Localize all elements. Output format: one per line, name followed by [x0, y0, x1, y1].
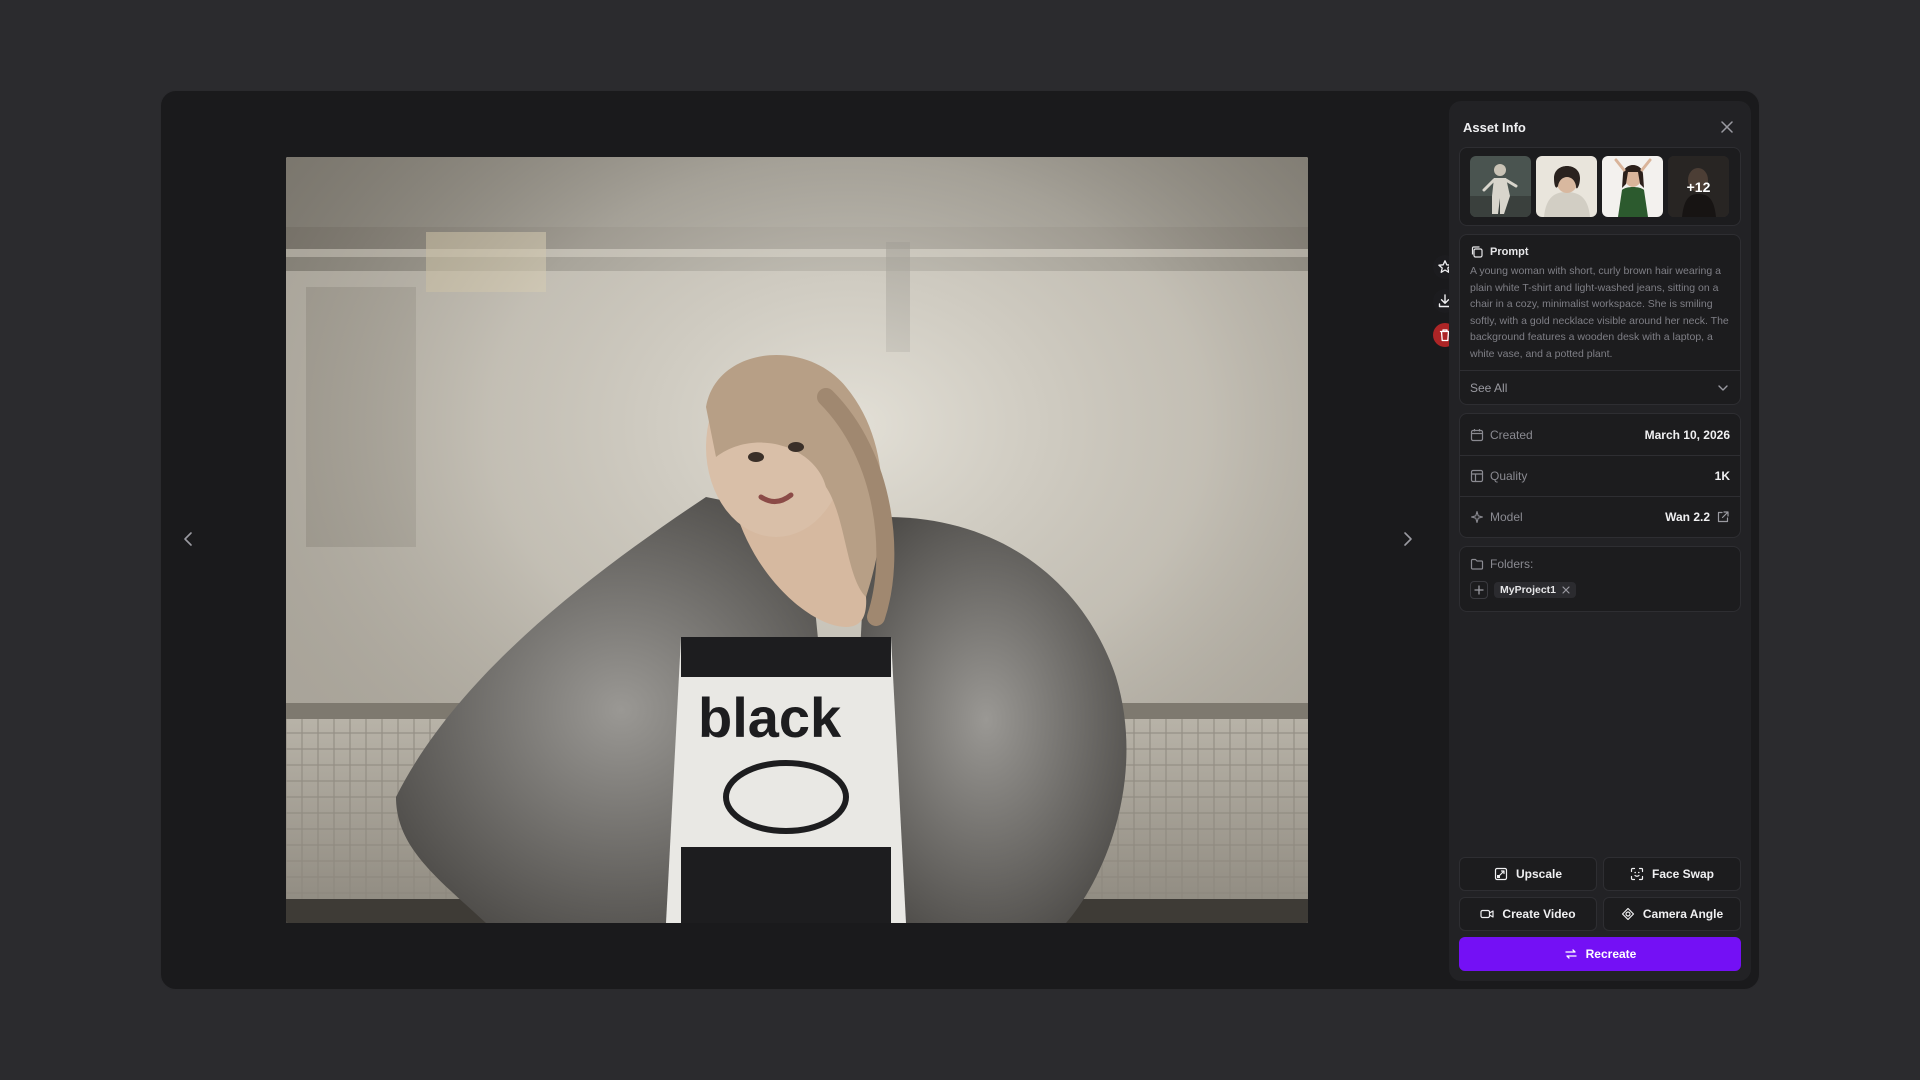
chevron-right-icon	[1404, 532, 1412, 546]
camera-angle-icon	[1621, 907, 1634, 921]
folders-header: Folders:	[1470, 557, 1730, 571]
photo-illustration: black	[286, 157, 1308, 923]
close-icon	[1721, 121, 1733, 133]
reference-thumbnails: +12	[1459, 147, 1741, 226]
face-scan-icon	[1630, 867, 1644, 881]
upscale-label: Upscale	[1515, 867, 1563, 881]
remove-folder-button[interactable]	[1562, 586, 1570, 594]
folder-chip: MyProject1	[1494, 582, 1577, 598]
created-row: Created March 10, 2026	[1460, 414, 1740, 455]
sparkle-icon	[1470, 510, 1484, 524]
copy-icon[interactable]	[1470, 245, 1484, 259]
panel-header: Asset Info	[1459, 115, 1741, 139]
action-grid: Upscale Face Swap Create Video Camera An…	[1459, 857, 1741, 931]
created-value: March 10, 2026	[1644, 427, 1730, 442]
thumbnail-2[interactable]	[1536, 156, 1597, 217]
model-label: Model	[1490, 510, 1523, 524]
video-camera-icon	[1480, 909, 1495, 919]
chevron-left-icon	[184, 532, 192, 546]
model-value-group: Wan 2.2	[1665, 510, 1730, 524]
add-folder-button[interactable]	[1470, 581, 1488, 599]
recreate-button[interactable]: Recreate	[1459, 937, 1741, 971]
thumbnail-portrait-hoodie-icon	[1536, 156, 1597, 217]
prompt-card: Prompt A young woman with short, curly b…	[1459, 234, 1741, 405]
quality-key: Quality	[1470, 469, 1527, 483]
folder-chip-label: MyProject1	[1500, 584, 1557, 596]
metadata-card: Created March 10, 2026 Quality 1K Model …	[1459, 413, 1741, 538]
external-link-icon[interactable]	[1716, 510, 1730, 524]
create-video-button[interactable]: Create Video	[1459, 897, 1597, 931]
created-key: Created	[1470, 428, 1533, 442]
recreate-label: Recreate	[1585, 947, 1637, 961]
svg-text:black: black	[698, 686, 842, 749]
upscale-icon	[1494, 867, 1508, 881]
calendar-icon	[1470, 428, 1484, 441]
asset-viewer-modal: black Asset Info +12 Prompt A young woma…	[160, 90, 1760, 990]
action-buttons: Upscale Face Swap Create Video Camera An…	[1459, 857, 1741, 971]
previous-image-button[interactable]	[171, 521, 207, 557]
upscale-button[interactable]: Upscale	[1459, 857, 1597, 891]
face-swap-button[interactable]: Face Swap	[1603, 857, 1741, 891]
thumbnail-1[interactable]	[1470, 156, 1531, 217]
chevron-down-icon	[1718, 384, 1728, 391]
recreate-icon	[1564, 949, 1577, 959]
panel-title: Asset Info	[1463, 119, 1526, 135]
model-row: Model Wan 2.2	[1460, 496, 1740, 537]
camera-angle-label: Camera Angle	[1642, 907, 1724, 921]
prompt-header: Prompt	[1460, 235, 1740, 263]
created-label: Created	[1490, 427, 1533, 442]
model-key: Model	[1470, 510, 1523, 524]
see-all-toggle[interactable]: See All	[1460, 370, 1740, 404]
quality-label: Quality	[1490, 469, 1528, 483]
close-button[interactable]	[1717, 117, 1737, 137]
folders-list: MyProject1	[1470, 581, 1730, 599]
model-value: Wan 2.2	[1665, 510, 1710, 524]
plus-icon	[1474, 585, 1484, 595]
thumbnail-dancer-icon	[1470, 156, 1531, 217]
see-all-label: See All	[1470, 380, 1508, 395]
quality-row: Quality 1K	[1460, 455, 1740, 496]
thumbnail-portrait-green-icon	[1602, 156, 1663, 217]
camera-angle-button[interactable]: Camera Angle	[1603, 897, 1741, 931]
quality-value: 1K	[1714, 469, 1730, 483]
image-viewer: black	[161, 91, 1457, 989]
folders-card: Folders: MyProject1	[1459, 546, 1741, 612]
folder-icon	[1470, 558, 1484, 570]
layout-icon	[1470, 469, 1484, 483]
face-swap-label: Face Swap	[1651, 867, 1715, 881]
close-icon	[1562, 586, 1570, 594]
asset-info-panel: Asset Info +12 Prompt A young woman with…	[1449, 101, 1751, 981]
thumbnail-more[interactable]: +12	[1668, 156, 1729, 217]
prompt-label: Prompt	[1490, 246, 1529, 258]
thumbnail-3[interactable]	[1602, 156, 1663, 217]
prompt-text: A young woman with short, curly brown ha…	[1470, 265, 1729, 360]
generated-image[interactable]: black	[286, 157, 1308, 923]
create-video-label: Create Video	[1502, 907, 1576, 921]
next-image-button[interactable]	[1389, 521, 1425, 557]
more-count: +12	[1668, 156, 1729, 217]
folders-label: Folders:	[1490, 557, 1534, 571]
